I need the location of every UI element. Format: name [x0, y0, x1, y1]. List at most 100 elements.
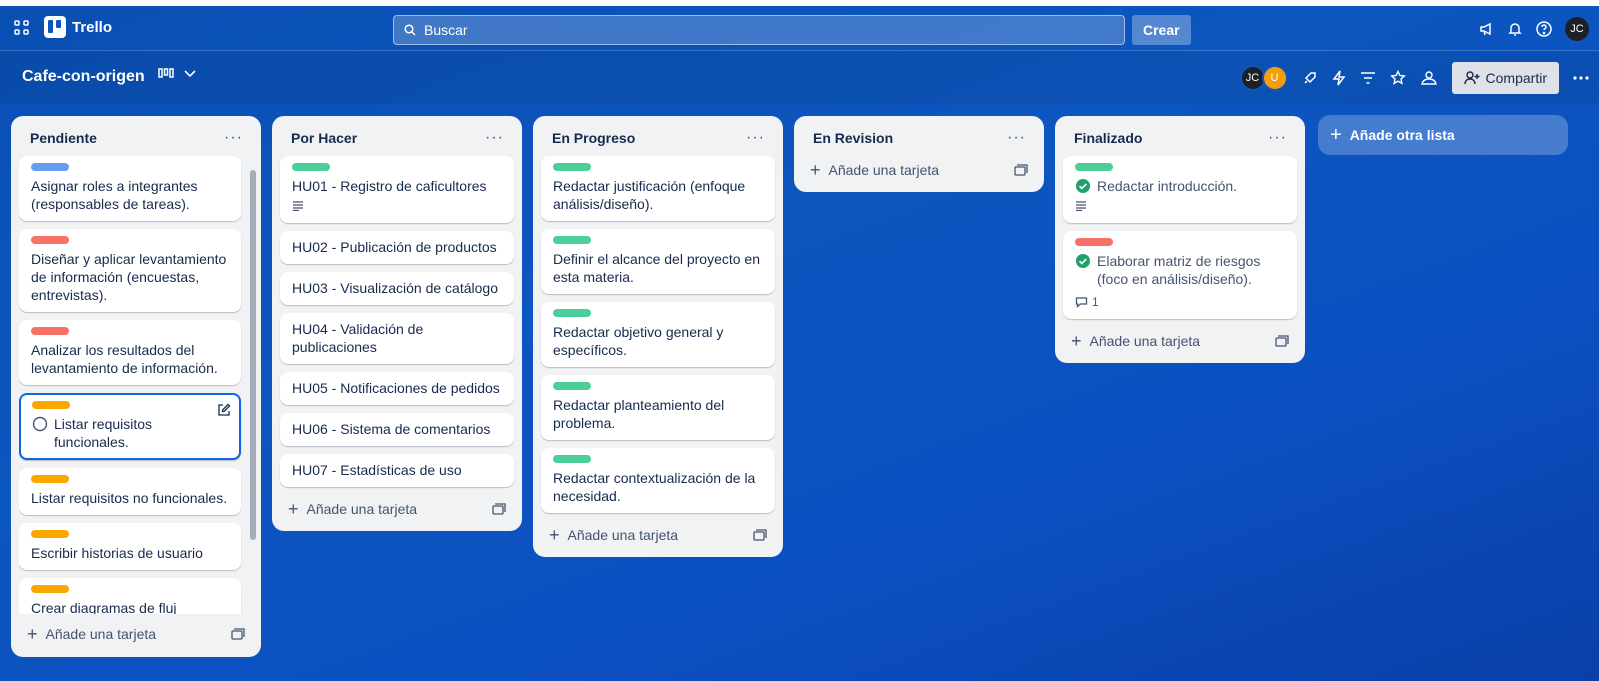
card[interactable]: Analizar los resultados del levantamient…	[19, 320, 241, 385]
card-title: HU05 - Notificaciones de pedidos	[292, 380, 500, 396]
edit-card-icon[interactable]	[217, 403, 231, 417]
create-button[interactable]: Crear	[1132, 15, 1191, 45]
card[interactable]: Diseñar y aplicar levantamiento de infor…	[19, 229, 241, 312]
card-title: HU03 - Visualización de catálogo	[292, 280, 498, 296]
card[interactable]: Redactar objetivo general y específicos.	[541, 302, 775, 367]
card-label	[32, 401, 70, 409]
list-title[interactable]: Finalizado	[1074, 130, 1142, 146]
card[interactable]: Redactar introducción.	[1063, 156, 1297, 223]
card[interactable]: Redactar contextualización de la necesid…	[541, 448, 775, 513]
add-card-button[interactable]: + Añade una tarjeta	[549, 526, 679, 544]
card-title: Crear diagramas de fluj	[31, 600, 177, 614]
card[interactable]: Redactar justificación (enfoque análisis…	[541, 156, 775, 221]
workspace-visibility-icon[interactable]	[1420, 70, 1438, 86]
user-avatar[interactable]: JC	[1565, 17, 1589, 41]
card[interactable]: Elaborar matriz de riesgos (foco en anál…	[1063, 231, 1297, 319]
more-menu-icon[interactable]	[1573, 76, 1589, 80]
card[interactable]: HU07 - Estadísticas de uso	[280, 454, 514, 487]
card-label	[1075, 238, 1113, 246]
card-selected[interactable]: Listar requisitos funcionales.	[19, 393, 241, 460]
card[interactable]: Escribir historias de usuario	[19, 523, 241, 570]
create-from-template-icon[interactable]	[492, 503, 506, 515]
card[interactable]: HU05 - Notificaciones de pedidos	[280, 372, 514, 405]
list-title[interactable]: Pendiente	[30, 130, 97, 146]
search-box[interactable]	[393, 15, 1125, 45]
board-view-icon	[158, 68, 174, 78]
search-input[interactable]	[424, 22, 1104, 38]
create-from-template-icon[interactable]	[231, 628, 245, 640]
create-from-template-icon[interactable]	[753, 529, 767, 541]
list-por-hacer: Por Hacer ··· HU01 - Registro de caficul…	[272, 116, 522, 531]
description-icon	[1076, 201, 1086, 212]
apps-grid-icon[interactable]	[12, 18, 32, 38]
list-scrollbar[interactable]	[249, 164, 257, 616]
card[interactable]: Crear diagramas de fluj	[19, 578, 241, 614]
search-icon	[404, 24, 416, 36]
help-icon[interactable]	[1535, 20, 1553, 38]
card-title: Elaborar matriz de riesgos (foco en anál…	[1097, 253, 1261, 287]
list-title[interactable]: En Revision	[813, 130, 893, 146]
trello-logo[interactable]: Trello	[44, 16, 112, 38]
rocket-icon[interactable]	[1302, 70, 1318, 86]
description-icon	[293, 201, 303, 212]
card[interactable]: HU02 - Publicación de productos	[280, 231, 514, 264]
board-actions: JC U Compartir	[1239, 62, 1589, 94]
top-right-actions: JC	[1479, 17, 1589, 41]
share-button[interactable]: Compartir	[1451, 62, 1559, 94]
add-card-label: Añade una tarjeta	[306, 501, 418, 517]
card[interactable]: Asignar roles a integrantes (responsable…	[19, 156, 241, 221]
complete-checkbox-icon[interactable]	[32, 416, 48, 432]
comment-icon	[1075, 297, 1088, 308]
add-card-button[interactable]: + Añade una tarjeta	[27, 625, 156, 643]
card[interactable]: HU03 - Visualización de catálogo	[280, 272, 514, 305]
board-title[interactable]: Cafe-con-origen	[22, 68, 145, 86]
complete-check-icon[interactable]	[1075, 178, 1091, 194]
plus-icon: +	[288, 499, 299, 519]
card-label	[553, 309, 591, 317]
bell-icon[interactable]	[1507, 21, 1523, 37]
card[interactable]: HU06 - Sistema de comentarios	[280, 413, 514, 446]
complete-check-icon[interactable]	[1075, 253, 1091, 269]
app-name: Trello	[72, 18, 113, 36]
list-menu-icon[interactable]: ···	[1007, 129, 1026, 147]
board-members[interactable]: JC U	[1239, 65, 1288, 91]
list-title[interactable]: Por Hacer	[291, 130, 357, 146]
list-menu-icon[interactable]: ···	[224, 129, 243, 147]
add-card-row: + Añade una tarjeta	[1063, 327, 1297, 355]
card-label	[31, 327, 69, 335]
list-menu-icon[interactable]: ···	[485, 129, 504, 147]
member-avatar[interactable]: U	[1261, 65, 1288, 91]
card-title: Redactar contextualización de la necesid…	[553, 470, 756, 504]
megaphone-icon[interactable]	[1479, 21, 1495, 37]
card-title: HU07 - Estadísticas de uso	[292, 462, 462, 478]
add-card-row: + Añade una tarjeta	[802, 156, 1036, 184]
create-from-template-icon[interactable]	[1014, 164, 1028, 176]
filter-icon[interactable]	[1360, 71, 1376, 85]
card-label	[31, 585, 69, 593]
star-icon[interactable]	[1389, 70, 1406, 86]
card[interactable]: Definir el alcance del proyecto en esta …	[541, 229, 775, 294]
card[interactable]: Redactar planteamiento del problema.	[541, 375, 775, 440]
board-view-switcher[interactable]	[158, 68, 196, 80]
card-title: HU01 - Registro de caficultores	[292, 178, 487, 194]
lightning-icon[interactable]	[1332, 70, 1346, 86]
card[interactable]: HU04 - Validación de publicaciones	[280, 313, 514, 364]
add-card-button[interactable]: + Añade una tarjeta	[810, 160, 939, 180]
top-nav: Trello Crear JC	[0, 6, 1599, 51]
card-title: HU04 - Validación de publicaciones	[292, 321, 424, 355]
add-card-label: Añade una tarjeta	[567, 527, 679, 543]
add-card-button[interactable]: + Añade una tarjeta	[288, 499, 418, 519]
list-menu-icon[interactable]: ···	[1268, 129, 1287, 147]
list-menu-icon[interactable]: ···	[746, 129, 765, 147]
plus-icon: +	[810, 160, 821, 180]
add-card-button[interactable]: + Añade una tarjeta	[1071, 332, 1200, 350]
list-cards: Asignar roles a integrantes (responsable…	[19, 156, 253, 614]
card-label	[553, 163, 591, 171]
list-title[interactable]: En Progreso	[552, 130, 635, 146]
list-finalizado: Finalizado ··· Redactar introducción. El…	[1055, 116, 1305, 363]
scrollbar-thumb[interactable]	[250, 170, 256, 540]
card[interactable]: Listar requisitos no funcionales.	[19, 468, 241, 515]
add-list-button[interactable]: + Añade otra lista	[1318, 115, 1568, 155]
card[interactable]: HU01 - Registro de caficultores	[280, 156, 514, 223]
create-from-template-icon[interactable]	[1275, 335, 1289, 347]
